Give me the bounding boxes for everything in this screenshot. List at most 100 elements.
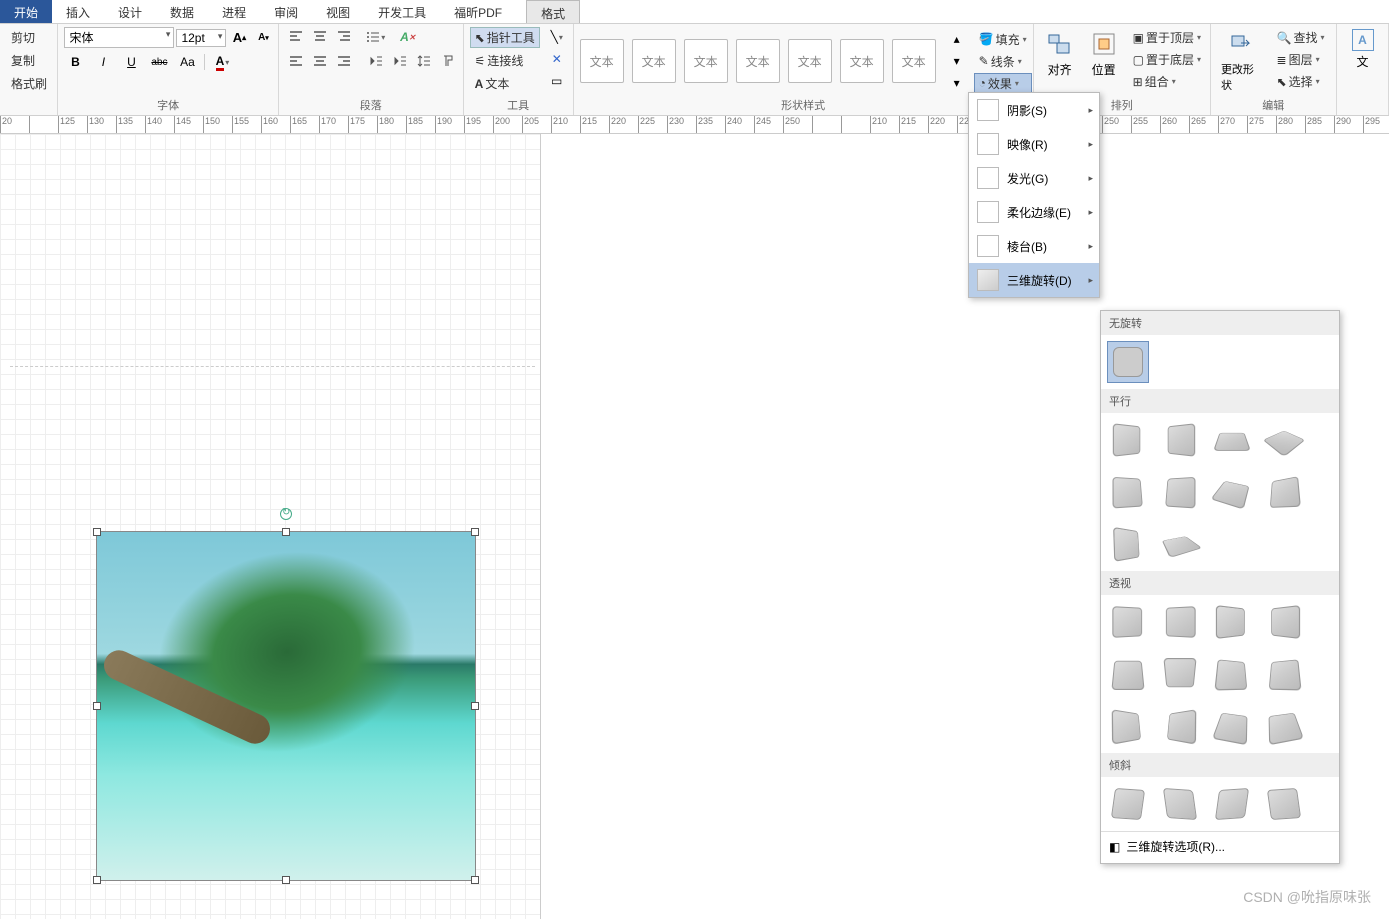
decrease-indent-icon[interactable]	[365, 51, 387, 71]
pointer-tool-button[interactable]: ⬉指针工具	[470, 27, 540, 48]
parallel-1[interactable]	[1107, 419, 1149, 461]
shape-fill-button[interactable]: 🪣填充▾	[974, 29, 1032, 50]
crosshair-icon[interactable]: ✕	[546, 49, 568, 69]
layers-button[interactable]: ≣图层▾	[1272, 49, 1330, 70]
font-color-button[interactable]: A▾	[211, 52, 233, 72]
text-direction-icon[interactable]	[437, 51, 459, 71]
styles-scroll-up-icon[interactable]: ▴	[946, 29, 968, 49]
persp-6[interactable]	[1159, 653, 1201, 695]
align-center-icon[interactable]	[309, 51, 331, 71]
align-top-center-icon[interactable]	[309, 27, 331, 47]
shape-outline-button[interactable]: ✎线条▾	[974, 51, 1032, 72]
tab-format[interactable]: 格式	[526, 0, 580, 23]
styles-more-icon[interactable]: ▾	[946, 73, 968, 93]
parallel-8[interactable]	[1263, 471, 1305, 513]
send-back-button[interactable]: ▢置于底层▾	[1128, 49, 1206, 70]
persp-2[interactable]	[1159, 601, 1201, 643]
rectangle-tool-icon[interactable]: ▭	[546, 71, 568, 91]
shape-style-5[interactable]: 文本	[788, 39, 832, 83]
persp-1[interactable]	[1107, 601, 1149, 643]
shape-style-4[interactable]: 文本	[736, 39, 780, 83]
oblique-2[interactable]	[1159, 783, 1201, 825]
format-painter-button[interactable]: 格式刷	[6, 73, 52, 94]
parallel-9[interactable]	[1107, 523, 1149, 565]
grow-font-icon[interactable]: A▴	[228, 28, 250, 48]
tab-foxit[interactable]: 福昕PDF	[440, 0, 516, 23]
strike-button[interactable]: abc	[148, 52, 170, 72]
tab-process[interactable]: 进程	[208, 0, 260, 23]
tab-data[interactable]: 数据	[156, 0, 208, 23]
tab-insert[interactable]: 插入	[52, 0, 104, 23]
shape-style-1[interactable]: 文本	[580, 39, 624, 83]
font-size-select[interactable]: 12pt	[176, 29, 226, 47]
line-spacing-icon[interactable]	[413, 51, 435, 71]
position-button[interactable]: 位置	[1084, 27, 1124, 80]
underline-button[interactable]: U	[120, 52, 142, 72]
resize-handle-bl[interactable]	[93, 876, 101, 884]
effect-shadow-item[interactable]: 阴影(S)▸	[969, 93, 1099, 127]
tab-start[interactable]: 开始	[0, 0, 52, 23]
tab-design[interactable]: 设计	[104, 0, 156, 23]
font-name-select[interactable]: 宋体	[64, 27, 174, 48]
change-shape-button[interactable]: 更改形状	[1217, 27, 1268, 95]
resize-handle-l[interactable]	[93, 702, 101, 710]
parallel-7[interactable]	[1211, 471, 1253, 513]
resize-handle-t[interactable]	[282, 528, 290, 536]
resize-handle-b[interactable]	[282, 876, 290, 884]
persp-7[interactable]	[1211, 653, 1253, 695]
parallel-6[interactable]	[1159, 471, 1201, 513]
persp-9[interactable]	[1107, 705, 1149, 747]
clear-format-icon[interactable]: A✕	[397, 27, 419, 47]
oblique-4[interactable]	[1263, 783, 1305, 825]
rotate-options-item[interactable]: ◧ 三维旋转选项(R)...	[1101, 831, 1339, 861]
oblique-1[interactable]	[1107, 783, 1149, 825]
persp-8[interactable]	[1263, 653, 1305, 695]
connector-tool-button[interactable]: ⚟连接线	[470, 50, 540, 71]
shape-effects-button[interactable]: ◔效果▾	[974, 73, 1032, 94]
effect-reflect-item[interactable]: 映像(R)▸	[969, 127, 1099, 161]
persp-10[interactable]	[1159, 705, 1201, 747]
shrink-font-icon[interactable]: A▾	[252, 28, 274, 48]
increase-indent-icon[interactable]	[389, 51, 411, 71]
bullets-icon[interactable]: ▾	[365, 27, 387, 47]
text-block-button[interactable]: A 文	[1343, 27, 1383, 72]
tab-review[interactable]: 审阅	[260, 0, 312, 23]
align-right-icon[interactable]	[333, 51, 355, 71]
styles-scroll-down-icon[interactable]: ▾	[946, 51, 968, 71]
text-tool-button[interactable]: A文本	[470, 73, 540, 94]
align-top-right-icon[interactable]	[333, 27, 355, 47]
bring-front-button[interactable]: ▣置于顶层▾	[1128, 27, 1206, 48]
resize-handle-tr[interactable]	[471, 528, 479, 536]
persp-11[interactable]	[1211, 705, 1253, 747]
rotation-handle[interactable]	[280, 508, 292, 520]
selected-image[interactable]	[96, 531, 476, 881]
persp-4[interactable]	[1263, 601, 1305, 643]
bold-button[interactable]: B	[64, 52, 86, 72]
copy-button[interactable]: 复制	[6, 50, 52, 71]
cut-button[interactable]: 剪切	[6, 27, 52, 48]
resize-handle-tl[interactable]	[93, 528, 101, 536]
parallel-5[interactable]	[1107, 471, 1149, 513]
shape-style-3[interactable]: 文本	[684, 39, 728, 83]
oblique-3[interactable]	[1211, 783, 1253, 825]
resize-handle-br[interactable]	[471, 876, 479, 884]
align-top-left-icon[interactable]	[285, 27, 307, 47]
parallel-3[interactable]	[1211, 419, 1253, 461]
persp-3[interactable]	[1211, 601, 1253, 643]
shape-style-7[interactable]: 文本	[892, 39, 936, 83]
parallel-4[interactable]	[1263, 419, 1305, 461]
tab-dev[interactable]: 开发工具	[364, 0, 440, 23]
select-button[interactable]: ⬉选择▾	[1272, 71, 1330, 92]
resize-handle-r[interactable]	[471, 702, 479, 710]
align-button[interactable]: 对齐	[1040, 27, 1080, 80]
effect-3drotate-item[interactable]: 三维旋转(D)▸	[969, 263, 1099, 297]
effect-bevel-item[interactable]: 棱台(B)▸	[969, 229, 1099, 263]
shape-style-6[interactable]: 文本	[840, 39, 884, 83]
change-case-button[interactable]: Aa	[176, 52, 198, 72]
parallel-10[interactable]	[1159, 523, 1201, 565]
line-tool-icon[interactable]: ╲▾	[546, 27, 568, 47]
find-button[interactable]: 🔍查找▾	[1272, 27, 1330, 48]
tab-view[interactable]: 视图	[312, 0, 364, 23]
italic-button[interactable]: I	[92, 52, 114, 72]
align-left-icon[interactable]	[285, 51, 307, 71]
